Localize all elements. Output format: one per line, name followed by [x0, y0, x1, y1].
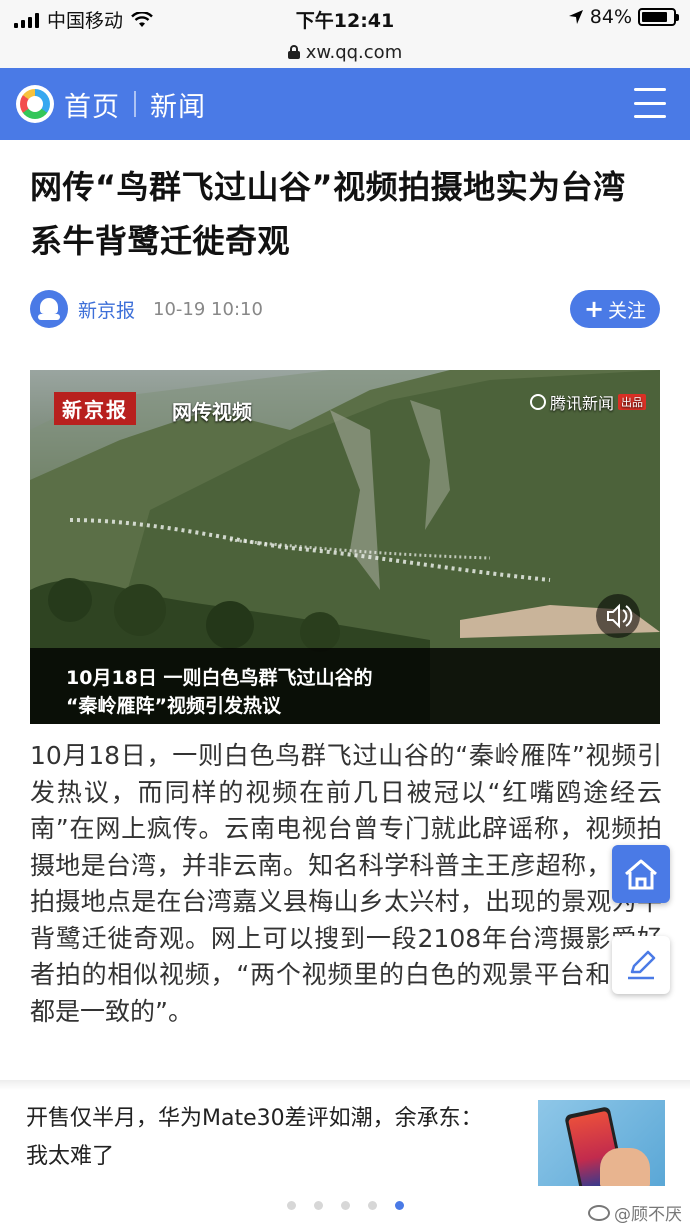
lock-icon [287, 45, 300, 59]
video-subtitle: 10月18日 一则白色鸟群飞过山谷的 “秦岭雁阵”视频引发热议 [30, 648, 660, 724]
source-name[interactable]: 新京报 [78, 296, 135, 323]
status-bar: 中国移动 下午12:41 84% [0, 0, 690, 36]
pencil-icon [628, 950, 656, 980]
article-title: 网传“鸟群飞过山谷”视频拍摄地实为台湾 系牛背鹭迁徙奇观 [30, 168, 626, 260]
url-text: xw.qq.com [305, 41, 403, 63]
speaker-icon [607, 603, 633, 629]
battery-percent: 84% [589, 6, 632, 28]
recommended-article-title[interactable]: 开售仅半月，华为Mate30差评如潮，余承东：我太难了 [26, 1100, 496, 1176]
pagination-dot[interactable] [287, 1201, 296, 1210]
tencent-news-watermark: 腾讯新闻 出品 [529, 390, 646, 414]
source-avatar-icon[interactable] [30, 290, 68, 328]
section-title: 新闻 [150, 91, 206, 123]
comment-float-button[interactable] [612, 936, 670, 994]
subtitle-line-1: 10月18日 一则白色鸟群飞过山谷的 [66, 667, 373, 689]
video-overlay-label: 网传视频 [172, 400, 252, 424]
section-divider [0, 1080, 690, 1090]
publish-time: 10-19 10:10 [153, 298, 263, 320]
home-float-button[interactable] [612, 845, 670, 903]
recommended-article-thumbnail[interactable] [538, 1100, 665, 1186]
weibo-logo-icon [588, 1204, 610, 1221]
follow-label: 关注 [608, 299, 647, 322]
weibo-watermark: @顾不厌 [588, 1200, 682, 1225]
carousel-pagination [287, 1201, 404, 1210]
plus-icon: + [583, 295, 605, 323]
watermark-badge: 出品 [618, 394, 646, 410]
video-player[interactable]: 新京报 网传视频 腾讯新闻 出品 10月18日 一则白色鸟群飞过山谷的 “秦岭雁… [30, 370, 660, 724]
article-body: 10月18日，一则白色鸟群飞过山谷的“秦岭雁阵”视频引发热议，而同样的视频在前几… [30, 741, 662, 1026]
app-header: 首页 新闻 [0, 68, 690, 140]
menu-icon[interactable] [634, 88, 666, 118]
home-link[interactable]: 首页 [64, 85, 120, 124]
watermark-text: 腾讯新闻 [549, 394, 614, 413]
home-icon [625, 859, 657, 890]
follow-button[interactable]: + 关注 [570, 290, 660, 328]
pagination-dot[interactable] [395, 1201, 404, 1210]
header-divider [134, 91, 136, 117]
subtitle-line-2: “秦岭雁阵”视频引发热议 [66, 695, 281, 717]
article-meta: 新京报 10-19 10:10 + 关注 [30, 288, 660, 330]
xinjingbao-brand-tag: 新京报 [54, 392, 136, 425]
address-bar[interactable]: xw.qq.com [0, 36, 690, 68]
battery-icon [638, 8, 679, 26]
location-arrow-icon [568, 10, 583, 24]
pagination-dot[interactable] [341, 1201, 350, 1210]
tencent-news-logo-icon[interactable] [16, 85, 54, 123]
tencent-news-mark-icon [529, 394, 546, 410]
watermark-user: @顾不厌 [614, 1205, 682, 1225]
pagination-dot[interactable] [368, 1201, 377, 1210]
hand-photo [600, 1148, 650, 1186]
volume-button[interactable] [596, 594, 640, 638]
pagination-dot[interactable] [314, 1201, 323, 1210]
